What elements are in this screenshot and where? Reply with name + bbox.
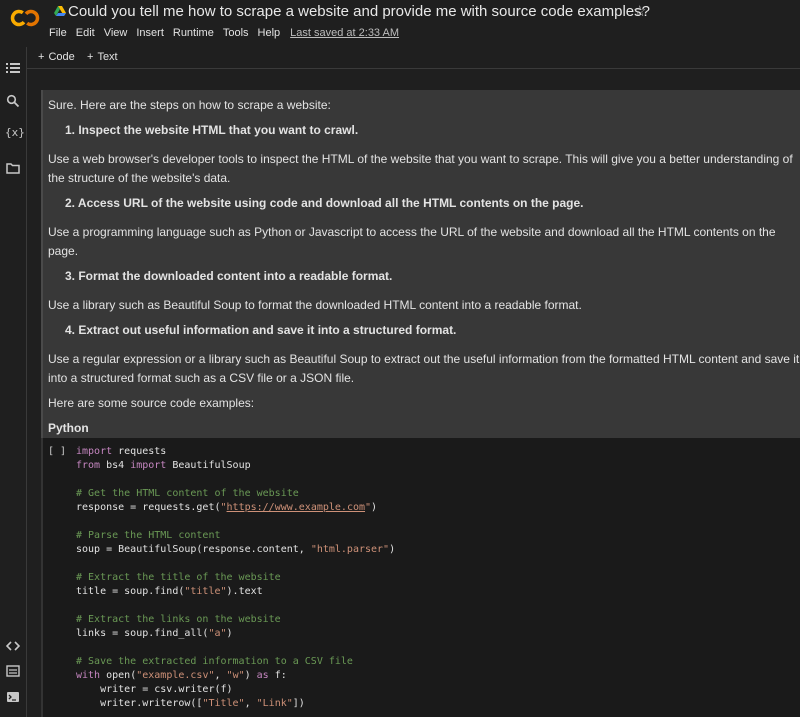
step-heading: 3. Format the downloaded content into a … bbox=[65, 269, 393, 283]
code-line: from bs4 import BeautifulSoup bbox=[76, 460, 251, 471]
code-line: with open("example.csv", "w") as f: bbox=[76, 670, 287, 681]
examples-intro: Here are some source code examples: bbox=[48, 396, 255, 410]
google-drive-icon bbox=[54, 6, 66, 16]
step-body: Use a web browser's developer tools to i… bbox=[48, 152, 793, 185]
menu-runtime[interactable]: Runtime bbox=[173, 27, 214, 39]
variables-icon[interactable]: {x} bbox=[5, 126, 25, 140]
code-line: # Get the HTML content of the website bbox=[76, 488, 299, 499]
colab-logo-icon[interactable] bbox=[10, 8, 40, 28]
left-sidebar: {x} bbox=[0, 47, 27, 717]
step-heading: 1. Inspect the website HTML that you wan… bbox=[65, 123, 359, 137]
folder-icon[interactable] bbox=[6, 161, 20, 175]
code-line: # Save the extracted information to a CS… bbox=[76, 656, 353, 667]
menu-bar: File Edit View Insert Runtime Tools Help… bbox=[49, 27, 408, 39]
notebook-title[interactable]: Could you tell me how to scrape a websit… bbox=[68, 3, 650, 20]
code-line: # Extract the links on the website bbox=[76, 614, 281, 625]
menu-file[interactable]: File bbox=[49, 27, 67, 39]
menu-tools[interactable]: Tools bbox=[223, 27, 249, 39]
terminal-icon[interactable] bbox=[6, 690, 20, 704]
search-icon[interactable] bbox=[6, 94, 20, 108]
code-line: writer = csv.writer(f) bbox=[76, 684, 233, 695]
run-cell-button[interactable]: [ ] bbox=[48, 446, 66, 457]
plus-icon: + bbox=[38, 51, 45, 63]
step-body: Use a programming language such as Pytho… bbox=[48, 225, 776, 258]
menu-help[interactable]: Help bbox=[258, 27, 281, 39]
cell-toolbar: + Code + Text bbox=[27, 47, 800, 69]
add-code-label: Code bbox=[48, 51, 75, 63]
last-saved-link[interactable]: Last saved at 2:33 AM bbox=[290, 27, 399, 39]
menu-insert[interactable]: Insert bbox=[136, 27, 164, 39]
step-heading: 4. Extract out useful information and sa… bbox=[65, 323, 457, 337]
code-line: response = requests.get("https://www.exa… bbox=[76, 502, 378, 513]
header-bar: Could you tell me how to scrape a websit… bbox=[0, 0, 800, 47]
code-editor[interactable]: import requests from bs4 import Beautiful… bbox=[76, 445, 395, 711]
step-body: Use a regular expression or a library su… bbox=[48, 352, 800, 385]
toc-icon[interactable] bbox=[6, 61, 20, 75]
step-heading: 2. Access URL of the website using code … bbox=[65, 196, 584, 210]
intro-text: Sure. Here are the steps on how to scrap… bbox=[48, 98, 331, 112]
code-line: links = soup.find_all("a") bbox=[76, 628, 233, 639]
code-snippets-icon[interactable] bbox=[6, 639, 20, 653]
code-line: # Parse the HTML content bbox=[76, 530, 221, 541]
command-palette-icon[interactable] bbox=[6, 664, 20, 678]
code-cell[interactable]: [ ] import requests from bs4 import Beaut… bbox=[41, 438, 800, 717]
code-line: soup = BeautifulSoup(response.content, "… bbox=[76, 544, 396, 555]
language-heading: Python bbox=[48, 421, 89, 435]
add-text-label: Text bbox=[97, 51, 118, 63]
code-line: import requests bbox=[76, 446, 167, 457]
plus-icon: + bbox=[87, 51, 94, 63]
star-outline-icon[interactable]: ☆ bbox=[633, 2, 646, 20]
code-line: title = soup.find("title").text bbox=[76, 586, 263, 597]
step-body: Use a library such as Beautiful Soup to … bbox=[48, 298, 582, 312]
code-line: writer.writerow(["Title", "Link"]) bbox=[76, 698, 305, 709]
menu-edit[interactable]: Edit bbox=[76, 27, 95, 39]
notebook-body: Sure. Here are the steps on how to scrap… bbox=[28, 70, 800, 717]
menu-view[interactable]: View bbox=[104, 27, 128, 39]
add-code-button[interactable]: + Code bbox=[38, 51, 75, 63]
code-line: # Extract the title of the website bbox=[76, 572, 281, 583]
add-text-button[interactable]: + Text bbox=[87, 51, 118, 63]
